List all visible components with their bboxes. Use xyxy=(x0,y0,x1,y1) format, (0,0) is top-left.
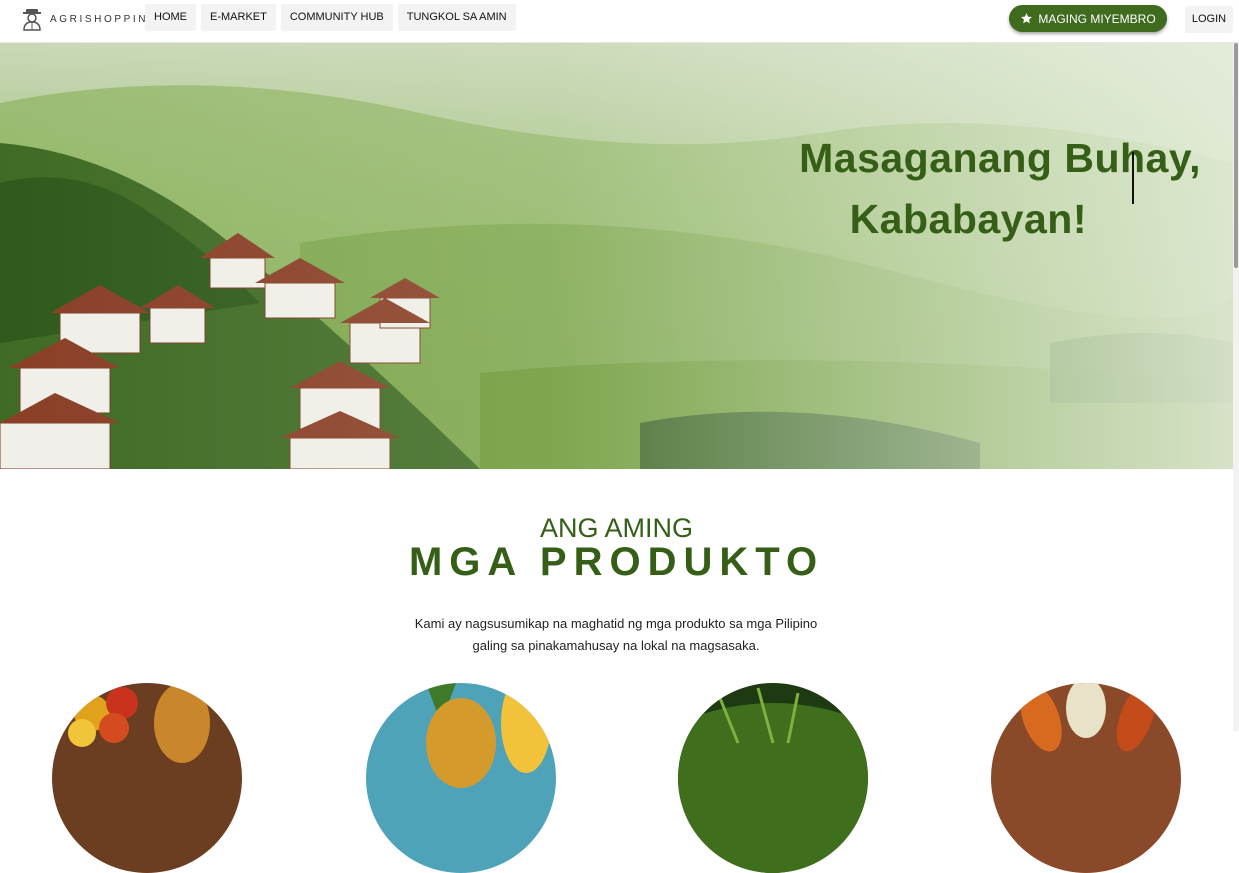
hero-title-line2: Kababayan! xyxy=(849,196,1087,242)
page-scrollbar[interactable] xyxy=(1233,43,1239,731)
products-intro-line1: Kami ay nagsusumikap na maghatid ng mga … xyxy=(414,616,818,631)
login-button[interactable]: LOGIN xyxy=(1185,6,1233,33)
brand-name: AGRISHOPPING xyxy=(50,13,159,25)
hero-title-line1: Masaganang Buhay, xyxy=(799,135,1201,181)
main-nav: HOME E-MARKET COMMUNITY HUB TUNGKOL SA A… xyxy=(145,4,516,31)
nav-home[interactable]: HOME xyxy=(145,4,196,31)
products-intro: Kami ay nagsusumikap na maghatid ng mga … xyxy=(366,613,866,657)
hero-landscape-image xyxy=(0,43,1233,469)
hero-headline: Masaganang Buhay, Kababayan! xyxy=(761,128,1201,250)
scrollbar-thumb[interactable] xyxy=(1234,43,1238,268)
hero-banner: Masaganang Buhay, Kababayan! xyxy=(0,43,1233,469)
products-title: MGA PRODUKTO xyxy=(408,540,825,584)
product-category-vegetables-image[interactable] xyxy=(991,683,1181,873)
farmer-icon xyxy=(23,9,41,31)
product-category-fruits-image[interactable] xyxy=(52,683,242,873)
star-icon xyxy=(1021,13,1033,24)
become-member-button[interactable]: MAGING MIYEMBRO xyxy=(1009,5,1167,32)
nav-community-hub[interactable]: COMMUNITY HUB xyxy=(280,4,393,31)
product-category-tropical-fruits-image[interactable] xyxy=(366,683,556,873)
typing-caret xyxy=(1132,152,1134,204)
nav-tungkol-sa-amin[interactable]: TUNGKOL SA AMIN xyxy=(397,4,516,31)
products-intro-line2: galing sa pinakamahusay na lokal na mags… xyxy=(472,638,760,653)
become-member-label: MAGING MIYEMBRO xyxy=(1038,11,1156,26)
navbar: AGRISHOPPING HOME E-MARKET COMMUNITY HUB… xyxy=(0,0,1239,43)
nav-e-market[interactable]: E-MARKET xyxy=(201,4,276,31)
product-category-greens-image[interactable] xyxy=(678,683,868,873)
brand-logo[interactable]: AGRISHOPPING xyxy=(20,6,158,32)
